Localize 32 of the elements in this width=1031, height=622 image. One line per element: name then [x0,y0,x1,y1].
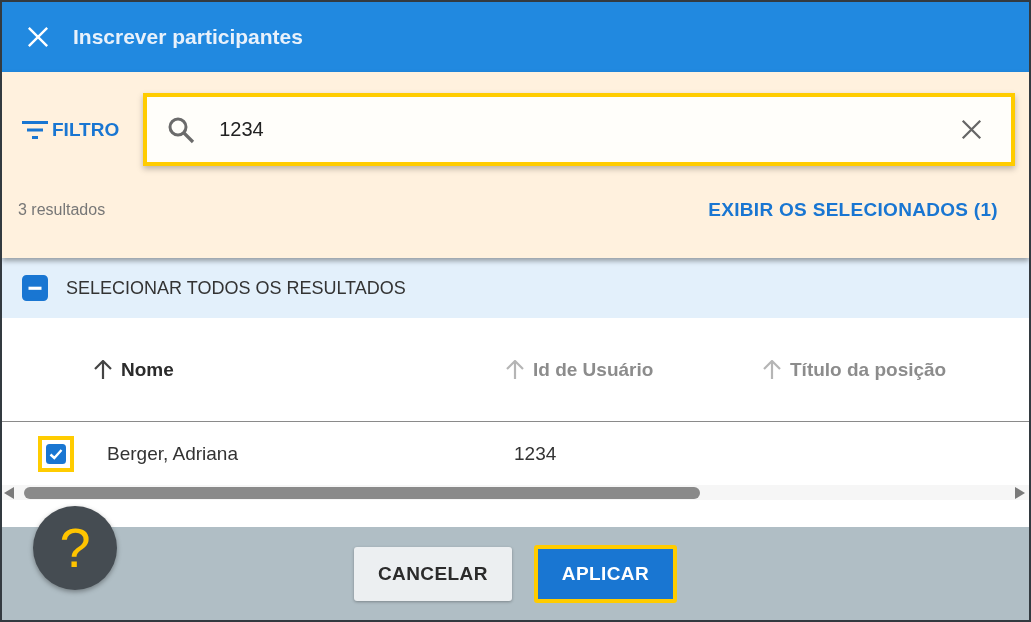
cancel-button[interactable]: CANCELAR [353,546,512,601]
results-count: 3 resultados [18,201,106,219]
arrow-up-icon [505,359,525,380]
clear-button[interactable] [961,119,982,140]
apply-button[interactable]: APLICAR [533,544,678,603]
horizontal-scrollbar[interactable] [2,485,1029,500]
scrollbar-thumb[interactable] [24,486,700,499]
select-all-checkbox[interactable] [22,275,48,301]
check-icon [46,443,66,464]
column-header[interactable]: Id de Usuário [505,358,654,381]
search-field[interactable]: 1234 [143,93,1015,166]
filter-icon [22,120,48,139]
clear-icon [961,119,982,140]
show-selected-link[interactable]: EXIBIR OS SELECIONADOS (1) [708,199,998,221]
scroll-right-icon[interactable] [1015,486,1025,499]
table-cell-text: 1234 [514,442,558,465]
close-button[interactable] [27,26,49,48]
dialog-title: Inscrever participantes [73,25,303,49]
search-input[interactable]: 1234 [219,118,937,141]
column-header[interactable]: Título da posição [762,358,947,381]
minus-icon [22,275,48,301]
column-header[interactable]: Nome [93,358,174,381]
filter-button[interactable]: FILTRO [22,118,120,141]
arrow-up-icon [762,359,782,380]
row-checkbox[interactable] [38,435,74,472]
table-cell-text: Berger, Adriana [107,442,239,465]
help-button[interactable]: ? [33,506,117,590]
scroll-left-icon[interactable] [4,486,14,499]
arrow-up-icon [93,359,113,380]
search-icon [167,115,196,144]
select-all-label: SELECIONAR TODOS OS RESULTADOS [66,277,406,299]
close-icon [27,26,49,48]
